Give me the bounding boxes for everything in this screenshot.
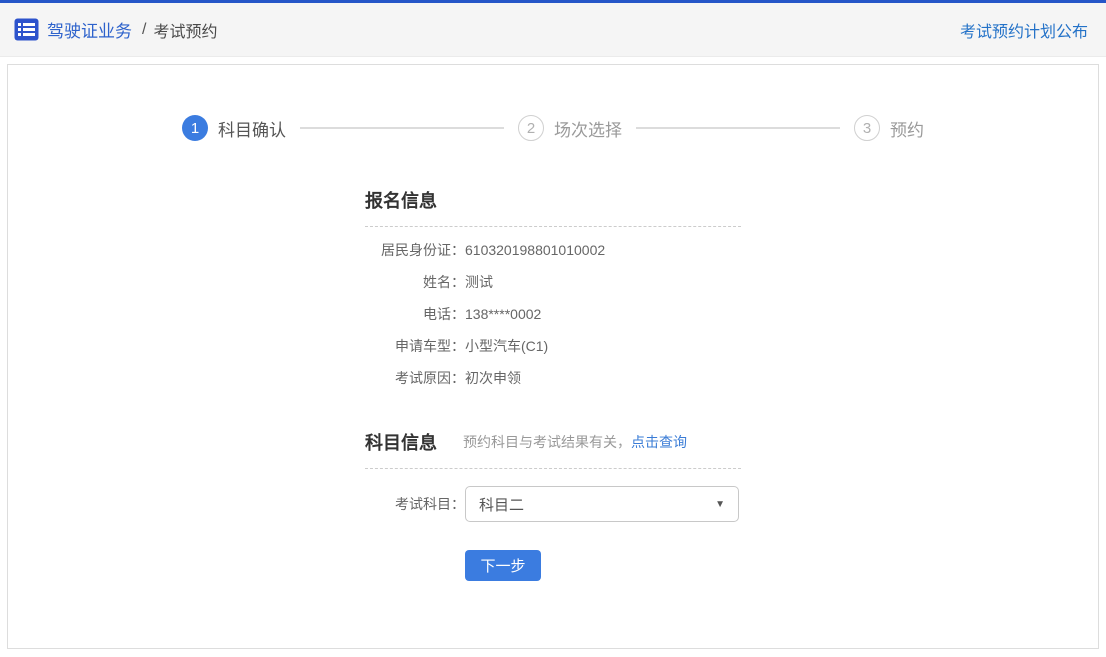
field-value: 小型汽车(C1) bbox=[465, 338, 548, 355]
exam-subject-label: 考试科目： bbox=[365, 494, 465, 514]
header: 驾驶证业务 / 考试预约 考试预约计划公布 bbox=[0, 0, 1106, 57]
subject-title: 科目信息 bbox=[365, 429, 437, 455]
query-result-link[interactable]: 点击查询 bbox=[631, 432, 687, 452]
exam-subject-select[interactable]: 科目二 ▼ bbox=[465, 486, 739, 522]
content-column: 报名信息 居民身份证： 610320198801010002 姓名： 测试 电话… bbox=[365, 187, 741, 581]
field-row-phone: 电话： 138****0002 bbox=[365, 306, 741, 323]
registration-section-header: 报名信息 bbox=[365, 187, 741, 227]
registration-section: 报名信息 居民身份证： 610320198801010002 姓名： 测试 电话… bbox=[365, 187, 741, 387]
field-row-vehicle-type: 申请车型： 小型汽车(C1) bbox=[365, 338, 741, 355]
step-1-circle: 1 bbox=[182, 115, 208, 141]
step-3-reserve: 3 预约 bbox=[854, 115, 924, 141]
breadcrumb-current-page: 考试预约 bbox=[153, 18, 217, 42]
registration-title: 报名信息 bbox=[365, 187, 437, 213]
breadcrumb-separator: / bbox=[142, 21, 146, 39]
breadcrumb: 驾驶证业务 / 考试预约 bbox=[14, 17, 217, 42]
field-label: 姓名： bbox=[365, 274, 465, 291]
main-panel: 1 科目确认 2 场次选择 3 预约 报名信息 居民身份证： 610320198… bbox=[7, 64, 1099, 649]
dropdown-arrow-icon: ▼ bbox=[715, 499, 725, 510]
list-icon bbox=[14, 17, 39, 42]
field-value: 测试 bbox=[465, 274, 493, 291]
step-3-label: 预约 bbox=[890, 116, 924, 141]
stepper: 1 科目确认 2 场次选择 3 预约 bbox=[182, 115, 924, 141]
step-1-subject-confirm: 1 科目确认 bbox=[182, 115, 286, 141]
next-step-button[interactable]: 下一步 bbox=[465, 550, 541, 581]
exam-subject-selected-value: 科目二 bbox=[479, 494, 524, 515]
subject-section-header: 科目信息 预约科目与考试结果有关， 点击查询 bbox=[365, 429, 741, 469]
field-row-exam-reason: 考试原因： 初次申领 bbox=[365, 370, 741, 387]
exam-subject-row: 考试科目： 科目二 ▼ bbox=[365, 486, 741, 522]
step-connector bbox=[636, 127, 840, 129]
step-1-label: 科目确认 bbox=[218, 116, 286, 141]
field-value: 610320198801010002 bbox=[465, 242, 605, 259]
field-label: 申请车型： bbox=[365, 338, 465, 355]
subject-note: 预约科目与考试结果有关， bbox=[463, 432, 631, 452]
exam-plan-link[interactable]: 考试预约计划公布 bbox=[960, 18, 1088, 42]
step-2-circle: 2 bbox=[518, 115, 544, 141]
field-row-id-number: 居民身份证： 610320198801010002 bbox=[365, 242, 741, 259]
field-value: 138****0002 bbox=[465, 306, 541, 323]
field-row-name: 姓名： 测试 bbox=[365, 274, 741, 291]
field-label: 考试原因： bbox=[365, 370, 465, 387]
registration-fields: 居民身份证： 610320198801010002 姓名： 测试 电话： 138… bbox=[365, 242, 741, 387]
subject-section: 科目信息 预约科目与考试结果有关， 点击查询 考试科目： 科目二 ▼ 下一步 bbox=[365, 429, 741, 581]
step-2-label: 场次选择 bbox=[554, 116, 622, 141]
field-label: 居民身份证： bbox=[365, 242, 465, 259]
step-2-session-select: 2 场次选择 bbox=[518, 115, 622, 141]
step-connector bbox=[300, 127, 504, 129]
step-3-circle: 3 bbox=[854, 115, 880, 141]
field-value: 初次申领 bbox=[465, 370, 521, 387]
field-label: 电话： bbox=[365, 306, 465, 323]
breadcrumb-section-link[interactable]: 驾驶证业务 bbox=[47, 17, 132, 42]
